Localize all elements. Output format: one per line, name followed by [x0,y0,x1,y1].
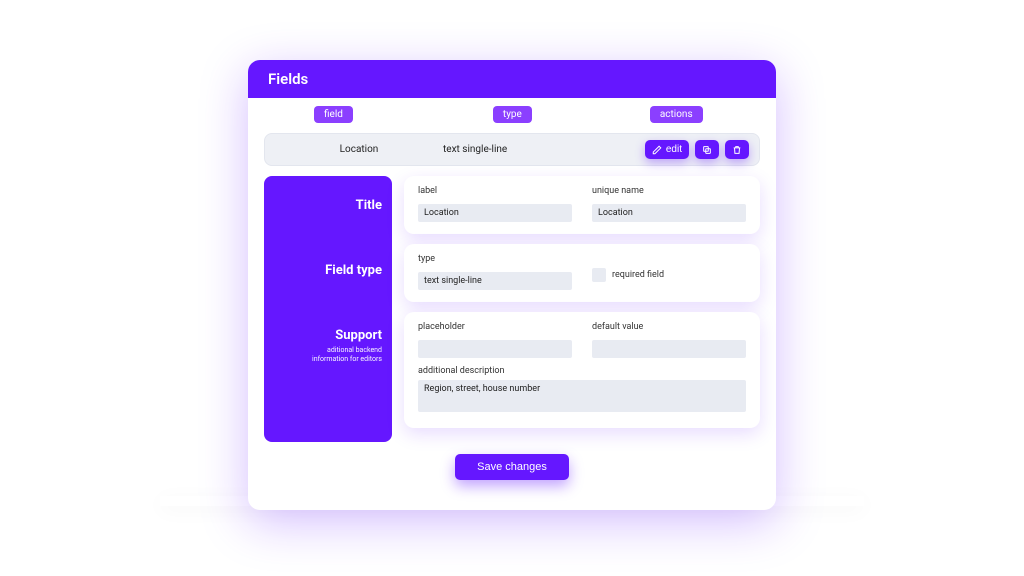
copy-icon [702,145,712,155]
trash-icon [732,145,742,155]
type-input[interactable] [418,272,572,290]
columns-header: field type actions [248,98,776,127]
support-sub-line2: information for editors [312,355,382,363]
column-actions-chip: actions [650,106,703,123]
editor-body: Title Field type Support aditional backe… [248,176,776,442]
required-checkbox[interactable] [592,268,606,282]
row-name: Location [275,144,443,155]
row-actions: edit [645,140,749,159]
card-support: placeholder default value additional des… [404,312,760,428]
description-label: additional description [418,366,746,376]
column-type-chip: type [493,106,532,123]
section-support: Support [274,328,382,343]
panel-header: Fields [248,60,776,98]
duplicate-button[interactable] [695,140,719,159]
field-row[interactable]: Location text single-line edit [264,133,760,166]
pencil-icon [652,145,662,155]
row-type: text single-line [443,144,593,155]
placeholder-label: placeholder [418,322,572,332]
default-value-input[interactable] [592,340,746,358]
section-field-type: Field type [274,263,382,278]
save-row: Save changes [248,454,776,480]
section-sidebar: Title Field type Support aditional backe… [264,176,392,442]
section-support-sub: aditional backend information for editor… [274,346,382,364]
description-input[interactable] [418,380,746,412]
cards-column: label unique name type [404,176,760,442]
column-field-chip: field [314,106,353,123]
edit-button[interactable]: edit [645,140,689,159]
required-label: required field [612,270,664,280]
fields-panel: Fields field type actions Location text … [248,60,776,510]
type-label: type [418,254,572,264]
save-button[interactable]: Save changes [455,454,569,480]
section-title: Title [274,198,382,213]
placeholder-input[interactable] [418,340,572,358]
unique-name-label: unique name [592,186,746,196]
card-field-type: type required field [404,244,760,302]
edit-label: edit [666,144,682,155]
label-label: label [418,186,572,196]
default-value-label: default value [592,322,746,332]
panel-title: Fields [268,70,308,88]
unique-name-input[interactable] [592,204,746,222]
card-title: label unique name [404,176,760,234]
delete-button[interactable] [725,140,749,159]
support-sub-line1: aditional backend [327,346,382,354]
label-input[interactable] [418,204,572,222]
